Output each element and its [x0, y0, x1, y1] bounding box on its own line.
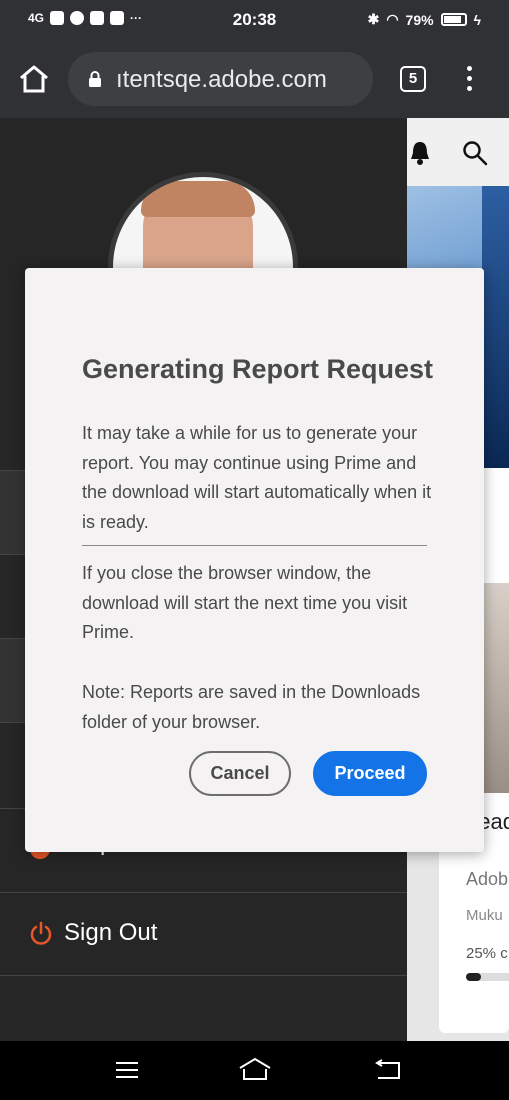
card-subtitle: Adob — [466, 869, 509, 889]
menu-item-sign-out[interactable]: Sign Out — [0, 892, 407, 976]
sign-out-label: Sign Out — [64, 919, 158, 946]
wifi-icon: ◠ — [386, 11, 399, 27]
nav-menu-icon[interactable] — [115, 1060, 139, 1080]
status-bar: 4G ··· 20:38 ✱ ◠ 79% ϟ — [0, 0, 509, 40]
card-author: Muku — [466, 907, 503, 924]
power-icon — [30, 921, 52, 945]
report-dialog: Generating Report Request It may take a … — [25, 268, 484, 852]
dialog-title: Generating Report Request — [82, 354, 434, 384]
browser-toolbar: ıtentsqe.adobe.com 5 — [0, 40, 509, 118]
nav-home-icon[interactable] — [238, 1057, 272, 1081]
nav-back-icon[interactable] — [374, 1059, 402, 1081]
address-bar[interactable]: ıtentsqe.adobe.com — [68, 52, 373, 106]
progress-fill — [466, 973, 481, 981]
url-text: ıtentsqe.adobe.com — [116, 66, 327, 93]
tabs-button[interactable]: 5 — [400, 66, 426, 92]
dialog-paragraph-3: Note: Reports are saved in the Downloads… — [82, 682, 421, 732]
bell-icon[interactable] — [409, 140, 431, 166]
status-icons-right: ✱ ◠ 79% ϟ — [368, 11, 481, 28]
system-nav-bar — [0, 1041, 509, 1100]
battery-icon — [440, 13, 467, 26]
bluetooth-icon: ✱ — [367, 11, 380, 27]
card-thumbnail — [484, 583, 509, 793]
search-icon[interactable] — [462, 140, 488, 166]
cancel-button[interactable]: Cancel — [189, 751, 291, 796]
header-icons — [407, 118, 509, 186]
more-vert-icon[interactable] — [462, 66, 476, 94]
dialog-paragraph-2: If you close the browser window, the dow… — [82, 563, 408, 642]
hero-image-edge — [482, 186, 509, 468]
dialog-paragraph-1: It may take a while for us to generate y… — [82, 423, 432, 532]
progress-bar — [466, 973, 509, 981]
home-icon[interactable] — [18, 64, 50, 94]
dialog-divider — [82, 545, 427, 546]
proceed-button[interactable]: Proceed — [313, 751, 427, 796]
lock-icon — [89, 71, 101, 87]
battery-percent: 79% — [405, 11, 434, 28]
charging-icon: ϟ — [473, 11, 481, 28]
avatar-hair — [141, 181, 255, 217]
card-progress-text: 25% c — [466, 945, 508, 962]
screen: 4G ··· 20:38 ✱ ◠ 79% ϟ ıtentsqe.adobe.co… — [0, 0, 509, 1100]
